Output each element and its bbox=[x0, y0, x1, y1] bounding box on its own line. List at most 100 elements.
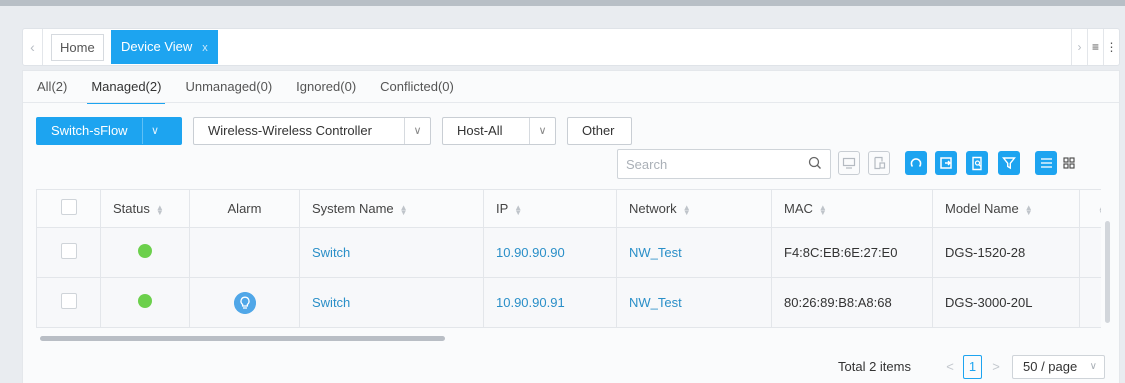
wireless-filter-label: Wireless-Wireless Controller bbox=[208, 123, 372, 138]
host-filter-label: Host-All bbox=[457, 123, 503, 138]
column-more[interactable]: ▲▼ bbox=[1079, 189, 1101, 228]
alarm-cell bbox=[189, 227, 300, 278]
device-filter-tabs: All(2) Managed(2) Unmanaged(0) Ignored(0… bbox=[23, 75, 466, 104]
sort-icon[interactable]: ▲▼ bbox=[400, 203, 408, 216]
row-select-cell bbox=[36, 227, 101, 278]
column-network-label: Network bbox=[629, 201, 677, 216]
chevron-down-icon: ∨ bbox=[141, 118, 168, 144]
switch-filter-label: Switch-sFlow bbox=[51, 123, 128, 138]
overflow-cell bbox=[1079, 227, 1101, 278]
list-view-icon[interactable] bbox=[1035, 151, 1057, 175]
tab-home[interactable]: Home bbox=[51, 34, 104, 61]
device-view-panel: All(2) Managed(2) Unmanaged(0) Ignored(0… bbox=[22, 70, 1120, 383]
chevron-down-icon: ∨ bbox=[1089, 361, 1097, 372]
mac-cell: 80:26:89:B8:A8:68 bbox=[771, 277, 933, 328]
model-name-cell: DGS-3000-20L bbox=[932, 277, 1080, 328]
subtabs-divider bbox=[23, 102, 1119, 103]
column-alarm: Alarm bbox=[189, 189, 300, 228]
tab-ignored[interactable]: Ignored(0) bbox=[284, 75, 368, 101]
chevron-down-icon: ∨ bbox=[529, 118, 555, 144]
network-link[interactable]: NW_Test bbox=[616, 277, 772, 328]
row-checkbox[interactable] bbox=[60, 293, 77, 309]
network-link[interactable]: NW_Test bbox=[616, 227, 772, 278]
status-online-indicator bbox=[138, 294, 152, 308]
table-header-row: Status ▲ ▼ Alarm System Name ▲ ▼ IP ▲ ▼ Networ… bbox=[36, 189, 1101, 228]
total-items-label: Total 2 items bbox=[838, 359, 911, 374]
tab-device-view[interactable]: Device View x bbox=[111, 30, 218, 64]
status-cell bbox=[100, 277, 190, 328]
prev-page-icon[interactable]: < bbox=[943, 357, 957, 377]
next-page-icon[interactable]: > bbox=[989, 357, 1003, 377]
grid-view-icon[interactable] bbox=[1058, 151, 1080, 175]
vertical-scrollbar[interactable] bbox=[1105, 221, 1110, 323]
sort-icon[interactable]: ▲▼ bbox=[683, 203, 691, 216]
ip-link[interactable]: 10.90.90.90 bbox=[483, 227, 617, 278]
tab-scroll-right-icon[interactable]: › bbox=[1071, 29, 1087, 65]
column-system-name[interactable]: System Name ▲ ▼ bbox=[299, 189, 484, 228]
search-input[interactable] bbox=[618, 150, 788, 178]
filter-icon[interactable] bbox=[998, 151, 1020, 175]
sort-icon[interactable]: ▲▼ bbox=[819, 203, 827, 216]
horizontal-scrollbar bbox=[36, 336, 1101, 342]
bulb-icon[interactable] bbox=[233, 291, 256, 314]
tab-device-view-label: Device View bbox=[121, 39, 193, 54]
row-checkbox[interactable] bbox=[60, 243, 77, 259]
other-filter-label: Other bbox=[582, 123, 615, 138]
status-online-indicator bbox=[138, 244, 152, 258]
refresh-icon[interactable] bbox=[905, 151, 927, 175]
table-row[interactable]: Switch 10.90.90.91 NW_Test 80:26:89:B8:A… bbox=[36, 277, 1101, 328]
column-model-name[interactable]: Model Name ▲ ▼ bbox=[932, 189, 1080, 228]
row-select-cell bbox=[36, 277, 101, 328]
column-status-label: Status bbox=[113, 201, 150, 216]
page-size-select[interactable]: 50 / page ∨ bbox=[1012, 355, 1105, 379]
other-filter-button[interactable]: Other bbox=[567, 117, 632, 145]
menu-icon[interactable]: ≡ bbox=[1087, 29, 1103, 65]
tab-scroll-left-icon[interactable]: ‹ bbox=[23, 29, 43, 65]
tab-conflicted[interactable]: Conflicted(0) bbox=[368, 75, 466, 101]
trash-icon[interactable]: ⋮ bbox=[1103, 29, 1119, 65]
model-name-cell: DGS-1520-28 bbox=[932, 227, 1080, 278]
host-filter-select[interactable]: Host-All ∨ bbox=[442, 117, 556, 145]
app-frame: ‹ Home Device View x › ≡ ⋮ All(2) Managed… bbox=[0, 0, 1125, 383]
mac-cell: F4:8C:EB:6E:27:E0 bbox=[771, 227, 933, 278]
search-box bbox=[617, 149, 831, 179]
horizontal-scrollbar-thumb[interactable] bbox=[40, 336, 445, 341]
sort-icon[interactable]: ▲▼ bbox=[1098, 203, 1101, 216]
ip-link[interactable]: 10.90.90.91 bbox=[483, 277, 617, 328]
column-alarm-label: Alarm bbox=[227, 201, 262, 216]
column-status[interactable]: Status ▲ ▼ bbox=[100, 189, 190, 228]
tab-managed[interactable]: Managed(2) bbox=[79, 75, 173, 104]
switch-filter-select[interactable]: Switch-sFlow ∨ bbox=[36, 117, 182, 145]
sort-icon[interactable]: ▲▼ bbox=[1025, 203, 1033, 216]
device-table-wrapper: Status ▲ ▼ Alarm System Name ▲ ▼ IP ▲ ▼ Networ… bbox=[36, 189, 1101, 339]
close-icon[interactable]: x bbox=[202, 42, 208, 54]
tab-all[interactable]: All(2) bbox=[23, 75, 79, 101]
select-all-checkbox[interactable] bbox=[60, 199, 77, 215]
column-model-name-label: Model Name bbox=[945, 201, 1019, 216]
tab-bar-actions: › ≡ ⋮ bbox=[1071, 29, 1119, 65]
column-mac[interactable]: MAC ▲ ▼ bbox=[771, 189, 933, 228]
document-search-icon[interactable] bbox=[966, 151, 988, 175]
page-number-button[interactable]: 1 bbox=[963, 355, 982, 379]
system-name-link[interactable]: Switch bbox=[299, 227, 484, 278]
export-icon[interactable] bbox=[935, 151, 957, 175]
tab-bar: ‹ Home Device View x › ≡ ⋮ bbox=[22, 28, 1120, 66]
column-ip[interactable]: IP ▲ ▼ bbox=[483, 189, 617, 228]
sort-icon[interactable]: ▲▼ bbox=[514, 203, 522, 216]
monitor-icon[interactable] bbox=[838, 151, 860, 175]
overflow-cell bbox=[1079, 277, 1101, 328]
search-icon[interactable] bbox=[808, 156, 822, 170]
table-row[interactable]: Switch 10.90.90.90 NW_Test F4:8C:EB:6E:2… bbox=[36, 227, 1101, 278]
column-network[interactable]: Network ▲ ▼ bbox=[616, 189, 772, 228]
status-cell bbox=[100, 227, 190, 278]
device-table: Status ▲ ▼ Alarm System Name ▲ ▼ IP ▲ ▼ Networ… bbox=[36, 189, 1101, 328]
select-all-cell bbox=[36, 189, 101, 228]
report-icon[interactable] bbox=[868, 151, 890, 175]
wireless-filter-select[interactable]: Wireless-Wireless Controller ∨ bbox=[193, 117, 431, 145]
system-name-link[interactable]: Switch bbox=[299, 277, 484, 328]
column-mac-label: MAC bbox=[784, 201, 813, 216]
column-system-name-label: System Name bbox=[312, 201, 394, 216]
tab-unmanaged[interactable]: Unmanaged(0) bbox=[173, 75, 284, 101]
alarm-cell bbox=[189, 277, 300, 328]
sort-icon[interactable]: ▲▼ bbox=[156, 203, 164, 216]
